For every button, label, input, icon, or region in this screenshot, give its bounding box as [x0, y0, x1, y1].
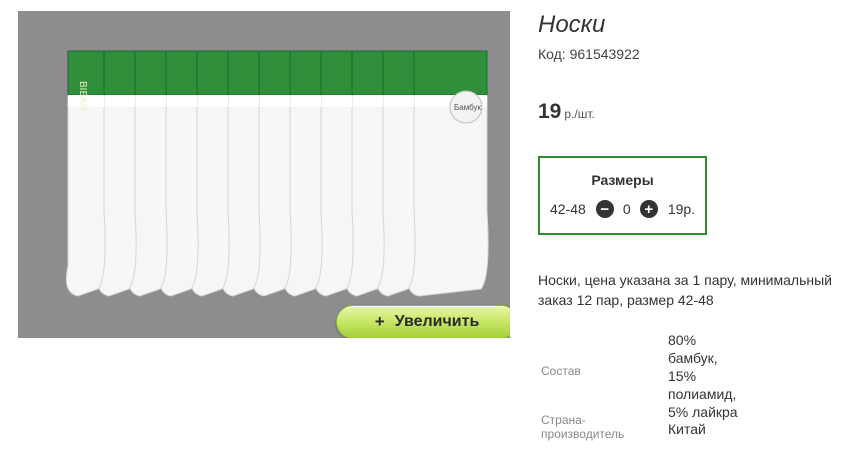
- size-label: 42-48: [550, 201, 586, 217]
- spec-value-composition: 80% бамбук, 15% полиамид, 5% лайкра: [668, 332, 738, 420]
- increase-quantity-button[interactable]: +: [639, 200, 658, 218]
- zoom-button-label: Увеличить: [394, 313, 480, 330]
- price-unit: р./шт.: [564, 107, 595, 121]
- bamboo-badge-text: Бамбук: [454, 103, 482, 112]
- spec-label-country: Страна-производитель: [541, 413, 625, 441]
- zoom-button[interactable]: + Увеличить: [336, 305, 510, 338]
- product-code-label: Код:: [538, 46, 566, 62]
- sizes-panel: Размеры 42-48 − 0 + 19р.: [538, 156, 707, 235]
- minus-icon: −: [600, 200, 610, 218]
- brand-text: BIBAR: [77, 81, 88, 111]
- socks-illustration: BIBAR Бамбук: [65, 50, 489, 297]
- size-row: 42-48 − 0 + 19р.: [550, 200, 695, 218]
- plus-icon: +: [374, 312, 385, 331]
- spec-label-composition: Состав: [541, 364, 581, 378]
- price-value: 19: [538, 100, 562, 123]
- sock-tag: [408, 50, 488, 96]
- sizes-title: Размеры: [591, 172, 654, 188]
- product-code-value: 961543922: [569, 46, 640, 62]
- product-photo[interactable]: BIBAR Бамбук + Увеличить: [18, 11, 510, 338]
- plus-icon: +: [644, 200, 654, 218]
- decrease-quantity-button[interactable]: −: [595, 200, 614, 218]
- product-title: Носки: [538, 11, 606, 38]
- size-price: 19р.: [667, 201, 696, 217]
- spec-value-country: Китай: [668, 421, 706, 437]
- product-description: Носки, цена указана за 1 пару, минимальн…: [538, 272, 832, 308]
- quantity-value[interactable]: 0: [622, 201, 632, 217]
- product-price: 19 р./шт.: [538, 100, 595, 124]
- product-code: Код: 961543922: [538, 46, 640, 62]
